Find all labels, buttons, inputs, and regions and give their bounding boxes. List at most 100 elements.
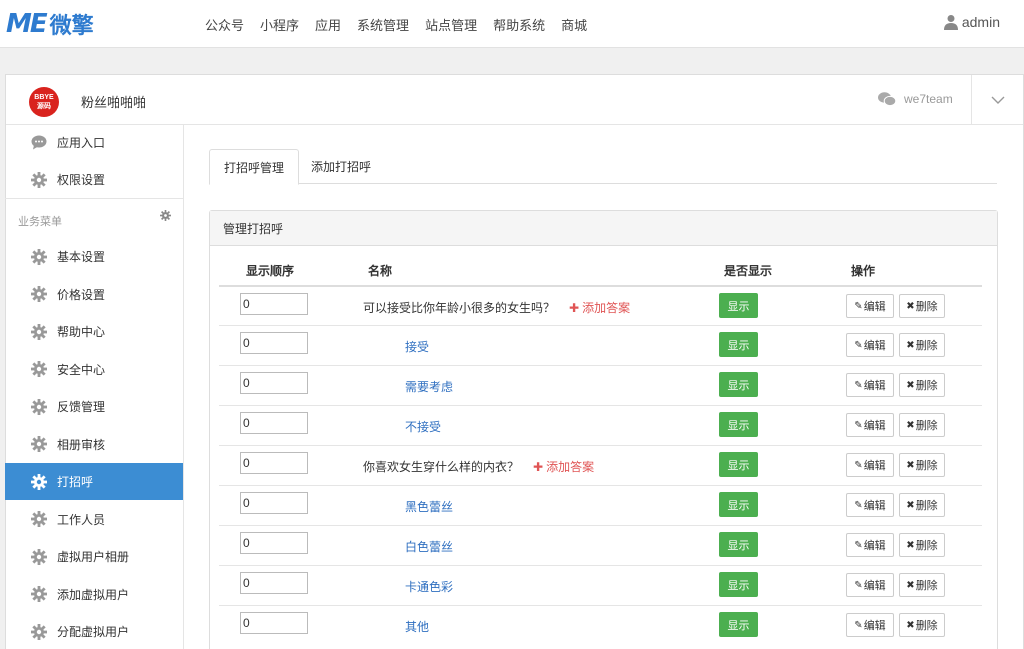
delete-button[interactable]: ✖ 删除 [899, 493, 945, 517]
delete-label: 删除 [915, 580, 938, 592]
delete-button[interactable]: ✖ 删除 [899, 333, 945, 357]
delete-button[interactable]: ✖ 删除 [899, 294, 945, 318]
sidebar-item[interactable]: 打招呼 [5, 463, 183, 500]
tab-add-greeting[interactable]: 添加打招呼 [297, 149, 385, 184]
answer-name[interactable]: 卡通色彩 [405, 578, 453, 595]
order-input[interactable]: 0 [240, 293, 308, 315]
sidebar-item-label: 权限设置 [57, 173, 106, 187]
sidebar-item[interactable]: 相册审核 [5, 426, 183, 463]
order-input[interactable]: 0 [240, 612, 308, 634]
add-answer-link[interactable]: ✚ 添加答案 [533, 460, 594, 474]
delete-label: 删除 [915, 500, 938, 512]
answer-name[interactable]: 需要考虑 [405, 378, 453, 395]
answer-name[interactable]: 其他 [405, 618, 429, 635]
close-icon: ✖ [906, 499, 915, 511]
user-menu[interactable]: admin [943, 14, 1000, 30]
close-icon: ✖ [906, 300, 915, 312]
sidebar-item[interactable]: 反馈管理 [5, 388, 183, 425]
edit-button[interactable]: ✎ 编辑 [846, 613, 894, 637]
tab-greeting-manage[interactable]: 打招呼管理 [209, 149, 300, 185]
edit-icon: ✎ [854, 459, 863, 471]
sidebar-item[interactable]: 添加虚拟用户 [5, 576, 183, 613]
sidebar-business-menu: 基本设置 价格设置帮助中心安全中心反馈管理 相册审核 打招呼工作人员虚拟用户相册添加虚… [5, 238, 183, 649]
edit-button[interactable]: ✎ 编辑 [846, 333, 894, 357]
nav-item-store[interactable]: 商城 [561, 15, 587, 34]
show-toggle-button[interactable]: 显示 [719, 412, 758, 437]
gear-icon [31, 248, 47, 265]
edit-button[interactable]: ✎ 编辑 [846, 413, 894, 437]
gear-icon [31, 548, 47, 565]
show-toggle-button[interactable]: 显示 [719, 372, 758, 397]
delete-label: 删除 [915, 420, 938, 432]
show-toggle-button[interactable]: 显示 [719, 293, 758, 318]
order-input[interactable]: 0 [240, 452, 308, 474]
edit-button[interactable]: ✎ 编辑 [846, 294, 894, 318]
user-icon [943, 15, 958, 30]
sidebar-item-label: 工作人员 [57, 512, 106, 527]
show-toggle-button[interactable]: 显示 [719, 572, 758, 597]
nav-item-system[interactable]: 系统管理 [357, 15, 409, 34]
order-input[interactable]: 0 [240, 332, 308, 354]
show-toggle-button[interactable]: 显示 [719, 492, 758, 517]
gear-icon [31, 473, 47, 490]
order-input[interactable]: 0 [240, 372, 308, 394]
order-input[interactable]: 0 [240, 412, 308, 434]
sidebar-item-app-entry[interactable]: 应用入口 [5, 124, 183, 161]
edit-label: 编辑 [863, 580, 886, 592]
edit-button[interactable]: ✎ 编辑 [846, 573, 894, 597]
sidebar-item[interactable]: 基本设置 [5, 238, 183, 275]
add-answer-link[interactable]: ✚ 添加答案 [569, 301, 630, 315]
show-toggle-button[interactable]: 显示 [719, 532, 758, 557]
show-toggle-button[interactable]: 显示 [719, 612, 758, 637]
sidebar-item[interactable]: 工作人员 [5, 501, 183, 538]
order-input[interactable]: 0 [240, 532, 308, 554]
group-settings-gear-icon[interactable] [160, 210, 171, 224]
answer-name[interactable]: 黑色蕾丝 [405, 498, 453, 515]
table-row: 0 黑色蕾丝 显示 ✎ 编辑 ✖ 删除 [219, 485, 982, 525]
close-icon: ✖ [906, 579, 915, 591]
delete-button[interactable]: ✖ 删除 [899, 413, 945, 437]
edit-button[interactable]: ✎ 编辑 [846, 373, 894, 397]
top-navbar: ME 微擎 公众号 小程序 应用 系统管理 站点管理 帮助系统 商城 admin [0, 0, 1024, 48]
sidebar-item[interactable]: 分配虚拟用户 [5, 613, 183, 649]
edit-icon: ✎ [854, 539, 863, 551]
nav-item-mini-program[interactable]: 小程序 [260, 15, 299, 34]
answer-name[interactable]: 接受 [405, 338, 429, 355]
sidebar-item[interactable]: 安全中心 [5, 351, 183, 388]
table-row: 0 你喜欢女生穿什么样的内衣？ ✚ 添加答案 显示 ✎ 编辑 ✖ 删除 [219, 445, 982, 485]
sidebar-item-label: 安全中心 [57, 362, 106, 377]
sidebar-item-label: 帮助中心 [57, 325, 106, 339]
sidebar-item-permissions[interactable]: 权限设置 [5, 161, 183, 198]
column-header-visible: 是否显示 [724, 264, 773, 278]
delete-button[interactable]: ✖ 删除 [899, 613, 945, 637]
delete-button[interactable]: ✖ 删除 [899, 373, 945, 397]
sidebar-item[interactable]: 价格设置 [5, 276, 183, 313]
edit-label: 编辑 [863, 340, 886, 352]
nav-item-site[interactable]: 站点管理 [425, 15, 477, 34]
edit-button[interactable]: ✎ 编辑 [846, 493, 894, 517]
show-toggle-button[interactable]: 显示 [719, 452, 758, 477]
account-toggle-button[interactable] [971, 75, 1023, 125]
order-input[interactable]: 0 [240, 572, 308, 594]
delete-button[interactable]: ✖ 删除 [899, 573, 945, 597]
sidebar-item-label: 分配虚拟用户 [57, 625, 130, 639]
nav-item-help[interactable]: 帮助系统 [493, 15, 545, 34]
brand-logo[interactable]: ME 微擎 [6, 9, 94, 39]
sidebar-item-label: 添加虚拟用户 [57, 587, 130, 602]
nav-item-apps[interactable]: 应用 [315, 15, 341, 34]
sidebar-item[interactable]: 帮助中心 [5, 313, 183, 350]
nav-item-official-account[interactable]: 公众号 [205, 15, 244, 34]
gear-icon [31, 586, 47, 602]
edit-button[interactable]: ✎ 编辑 [846, 533, 894, 557]
delete-button[interactable]: ✖ 删除 [899, 453, 945, 477]
plus-icon: ✚ [569, 301, 580, 315]
order-input[interactable]: 0 [240, 492, 308, 514]
sidebar-item[interactable]: 虚拟用户相册 [5, 538, 183, 575]
tab-bar: 打招呼管理 添加打招呼 [209, 149, 997, 185]
answer-name[interactable]: 不接受 [405, 418, 441, 435]
delete-button[interactable]: ✖ 删除 [899, 533, 945, 557]
show-toggle-button[interactable]: 显示 [719, 332, 758, 357]
edit-button[interactable]: ✎ 编辑 [846, 453, 894, 477]
answer-name[interactable]: 白色蕾丝 [405, 538, 453, 555]
account-logo-text-2: 源码 [37, 103, 51, 110]
